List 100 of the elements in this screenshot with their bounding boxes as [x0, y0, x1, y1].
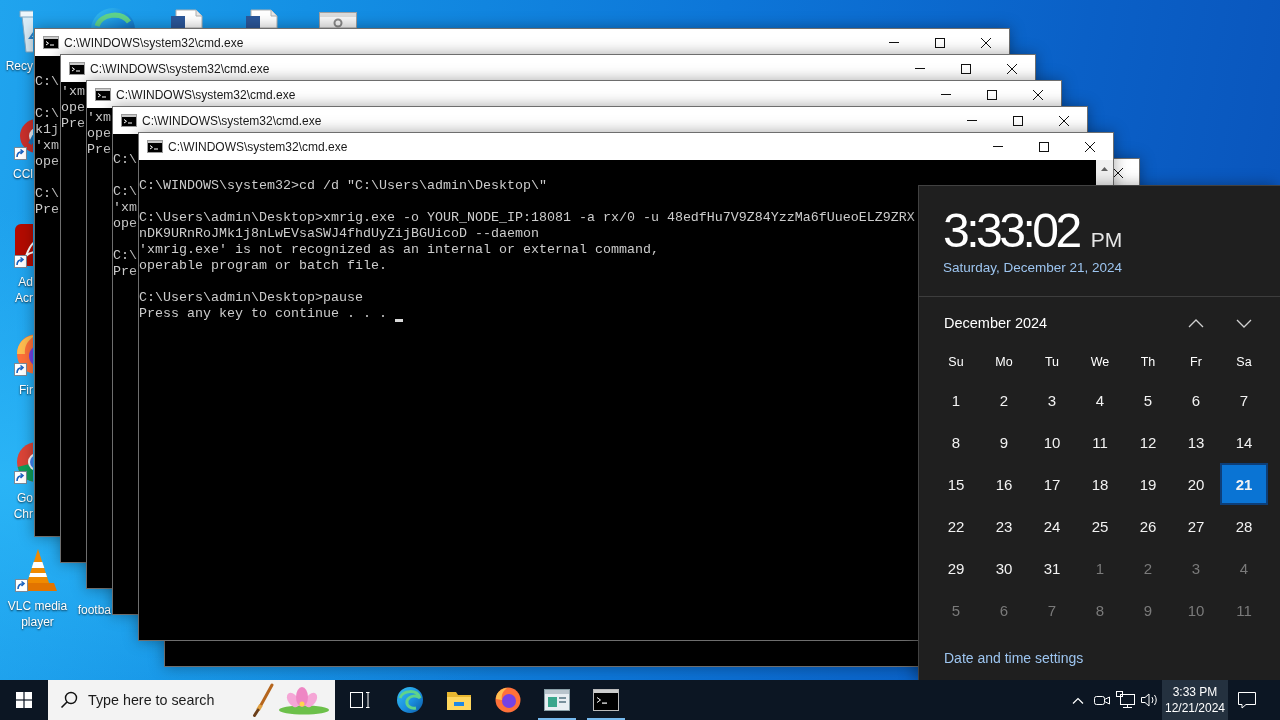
calendar-day[interactable]: 25 [1076, 505, 1124, 547]
console-line: 'xm [113, 200, 137, 216]
weekday-label: Su [947, 354, 965, 371]
console-line: 'xmrig.exe' is not recognized as an internal or external command, [139, 242, 659, 258]
windows-logo-icon [16, 692, 32, 708]
next-month-day[interactable]: 1 [1076, 547, 1124, 589]
calendar-day[interactable]: 11 [1076, 421, 1124, 463]
close-icon [1085, 141, 1095, 152]
console-line: Pre [35, 202, 59, 218]
next-month-day[interactable]: 8 [1076, 589, 1124, 631]
console-line: nDK9URnRoJMk1j8nLwEVsaSWJ4fhdUyZijBGUicoD --daemon [139, 226, 539, 242]
search-field[interactable]: Type here to search [88, 689, 248, 711]
window-title: C:\WINDOWS\system32\cmd.exe [90, 61, 270, 76]
calendar-day[interactable]: 6 [1172, 379, 1220, 421]
speaker-icon[interactable] [1140, 692, 1160, 708]
close-icon [1059, 115, 1069, 126]
next-month-day[interactable]: 5 [932, 589, 980, 631]
clock-meridiem: PM [1090, 228, 1123, 252]
calendar-day[interactable]: 31 [1028, 547, 1076, 589]
icon-label: footba [77, 602, 111, 618]
console-line: C:\ [113, 248, 137, 264]
calendar-day[interactable]: 30 [980, 547, 1028, 589]
icon-label: Go Chr [13, 490, 33, 522]
calendar-day[interactable]: 20 [1172, 463, 1220, 505]
next-month-day[interactable]: 6 [980, 589, 1028, 631]
calendar-day[interactable]: 3 [1028, 379, 1076, 421]
weekday-label: Tu [1043, 354, 1061, 371]
next-month-day[interactable]: 3 [1172, 547, 1220, 589]
next-month-day[interactable]: 4 [1220, 547, 1268, 589]
window-title: C:\WINDOWS\system32\cmd.exe [64, 35, 244, 50]
next-month-day[interactable]: 2 [1124, 547, 1172, 589]
minimize-icon [967, 120, 977, 121]
calendar-day[interactable]: 18 [1076, 463, 1124, 505]
minimize-icon [941, 94, 951, 95]
settings-link[interactable]: Date and time settings [944, 650, 1084, 666]
console-line: Pre [87, 142, 111, 158]
calendar-day[interactable]: 23 [980, 505, 1028, 547]
icon-label: CCl [13, 166, 33, 182]
next-month-day[interactable]: 10 [1172, 589, 1220, 631]
close-icon [1033, 89, 1043, 100]
calendar-day[interactable]: 29 [932, 547, 980, 589]
next-month-day[interactable]: 7 [1028, 589, 1076, 631]
calendar-day[interactable]: 21 [1220, 463, 1268, 505]
console-line: 'xm [35, 138, 59, 154]
calendar-day[interactable]: 4 [1076, 379, 1124, 421]
minimize-icon [889, 42, 899, 43]
calendar-day[interactable]: 22 [932, 505, 980, 547]
calendar-day[interactable]: 9 [980, 421, 1028, 463]
calendar-day[interactable]: 24 [1028, 505, 1076, 547]
calendar-day[interactable]: 2 [980, 379, 1028, 421]
weekday-label: Fr [1189, 354, 1203, 371]
window-app-icon [543, 689, 570, 711]
calendar-day[interactable]: 1 [932, 379, 980, 421]
chevron-up-icon[interactable] [1072, 696, 1084, 704]
calendar-day[interactable]: 13 [1172, 421, 1220, 463]
console-line: 'xm [61, 84, 85, 100]
calendar-day[interactable]: 5 [1124, 379, 1172, 421]
window-title: C:\WINDOWS\system32\cmd.exe [116, 87, 296, 102]
maximize-icon [987, 89, 997, 100]
search-box[interactable]: Type here to search [48, 680, 335, 720]
taskbar-clock[interactable]: 3:33 PM 12/21/2024 [1162, 680, 1228, 720]
calendar-day[interactable]: 26 [1124, 505, 1172, 547]
calendar-day[interactable]: 17 [1028, 463, 1076, 505]
weekday-label: Mo [994, 354, 1014, 371]
browser-icon [396, 687, 423, 713]
month-label: December 2024 [943, 315, 1049, 331]
calendar-day[interactable]: 28 [1220, 505, 1268, 547]
console-line: ope [35, 154, 59, 170]
console-icon [95, 88, 111, 101]
console-line: C:\ [35, 106, 59, 122]
minimize-icon [915, 68, 925, 69]
console-icon [592, 689, 619, 711]
icon-label: Ad Acr [15, 274, 33, 306]
console-line: ope [87, 126, 111, 142]
console-line: C:\Users\admin\Desktop>pause [139, 290, 363, 306]
search-icon [60, 691, 78, 709]
calendar-day[interactable]: 19 [1124, 463, 1172, 505]
calendar-day[interactable]: 10 [1028, 421, 1076, 463]
calendar-day[interactable]: 8 [932, 421, 980, 463]
calendar-day[interactable]: 7 [1220, 379, 1268, 421]
next-month-day[interactable]: 9 [1124, 589, 1172, 631]
console-icon [69, 62, 85, 75]
maximize-icon [961, 63, 971, 74]
weekday-label: Sa [1235, 354, 1253, 371]
network-icon[interactable] [1116, 691, 1136, 709]
close-icon [1007, 63, 1017, 74]
calendar-day[interactable]: 14 [1220, 421, 1268, 463]
close-icon [981, 37, 991, 48]
chat-bubble-icon [1237, 691, 1257, 709]
calendar-day[interactable]: 15 [932, 463, 980, 505]
scrollbar[interactable] [1096, 160, 1113, 185]
date-link[interactable]: Saturday, December 21, 2024 [943, 259, 1123, 277]
next-month-day[interactable]: 11 [1220, 589, 1268, 631]
console-line: Pre [113, 264, 137, 280]
document-app-shortcut-icon[interactable] [13, 222, 33, 270]
console-line: Pre [61, 116, 85, 132]
clock-time: 3:33:02 [943, 207, 1079, 255]
calendar-day[interactable]: 16 [980, 463, 1028, 505]
calendar-day[interactable]: 27 [1172, 505, 1220, 547]
calendar-day[interactable]: 12 [1124, 421, 1172, 463]
